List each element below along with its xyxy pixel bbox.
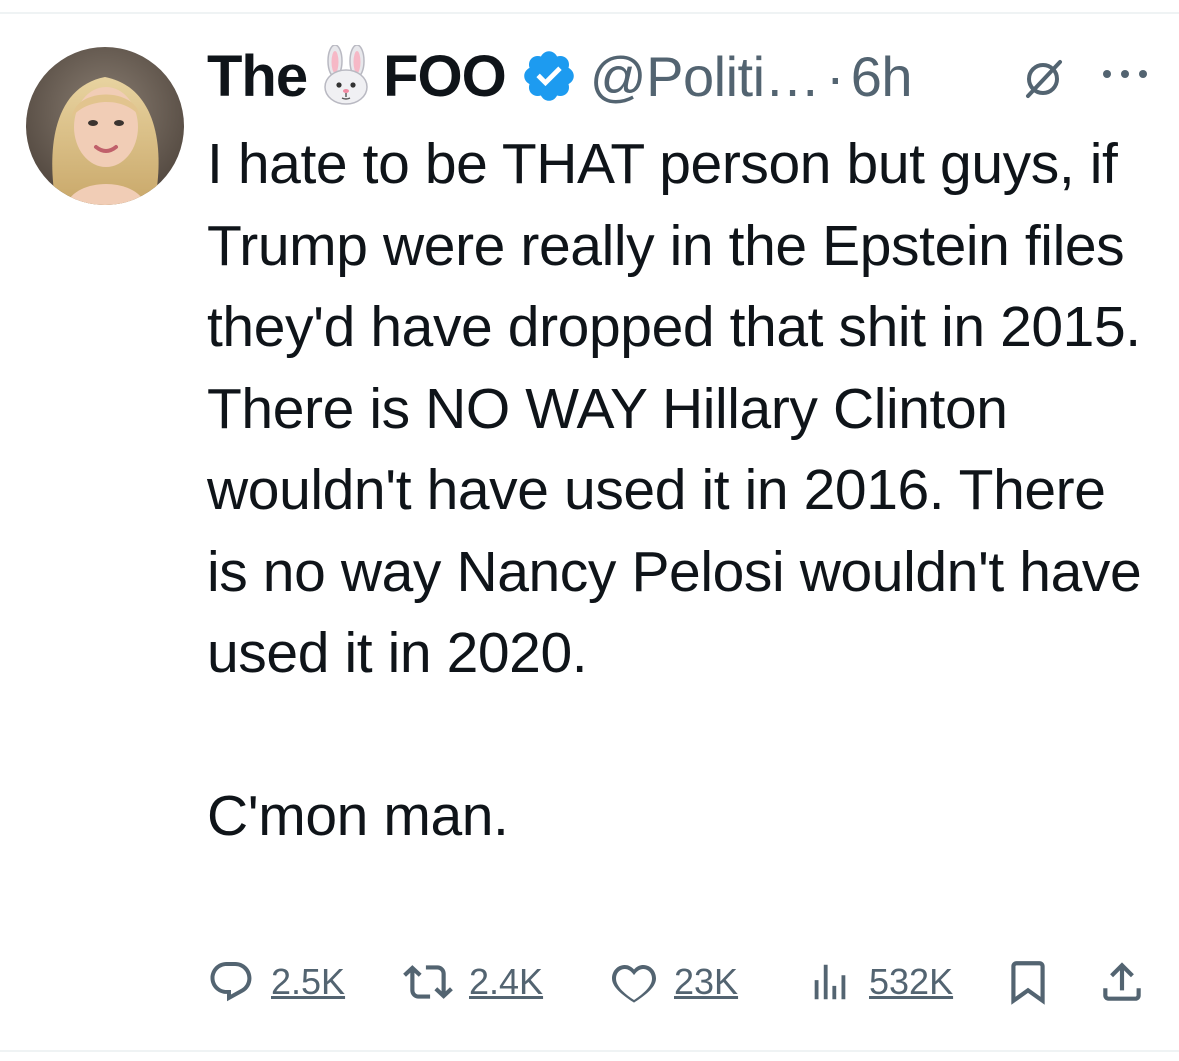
- separator-dot: ·: [826, 44, 845, 108]
- views-button[interactable]: 532K: [807, 950, 953, 1014]
- tweet-text: I hate to be THAT person but guys, if Tr…: [207, 132, 1142, 848]
- share-icon: [1097, 957, 1147, 1007]
- views-count[interactable]: 532K: [869, 961, 953, 1003]
- reply-icon: [207, 958, 255, 1006]
- rabbit-face-icon: [315, 44, 377, 107]
- tweet-header: The FOO @Politi… · 6h: [207, 40, 912, 112]
- grok-icon[interactable]: [1022, 56, 1066, 100]
- action-bar: 2.5K 2.4K 23K 532K: [207, 950, 1147, 1014]
- timestamp[interactable]: 6h: [851, 44, 913, 109]
- reply-button[interactable]: 2.5K: [207, 950, 345, 1014]
- bottom-divider: [0, 1050, 1179, 1052]
- repost-button[interactable]: 2.4K: [403, 950, 543, 1014]
- like-count[interactable]: 23K: [674, 961, 738, 1003]
- avatar[interactable]: [26, 47, 184, 205]
- share-button[interactable]: [1097, 950, 1147, 1014]
- display-name-first[interactable]: The: [207, 43, 308, 110]
- display-name-last[interactable]: FOO: [383, 43, 507, 110]
- verified-badge-icon[interactable]: [520, 47, 578, 105]
- author-handle[interactable]: @Politi…: [590, 44, 821, 109]
- bookmark-icon: [1003, 957, 1053, 1007]
- reply-count[interactable]: 2.5K: [271, 961, 345, 1003]
- retweet-icon: [403, 957, 453, 1007]
- like-icon: [610, 958, 658, 1006]
- more-icon[interactable]: [1098, 62, 1152, 86]
- views-icon: [807, 959, 853, 1005]
- display-name[interactable]: The FOO: [207, 43, 507, 110]
- like-button[interactable]: 23K: [610, 950, 738, 1014]
- repost-count[interactable]: 2.4K: [469, 961, 543, 1003]
- tweet[interactable]: The FOO @Politi… · 6h I hate to be THAT …: [0, 0, 1179, 1061]
- bookmark-button[interactable]: [1003, 950, 1053, 1014]
